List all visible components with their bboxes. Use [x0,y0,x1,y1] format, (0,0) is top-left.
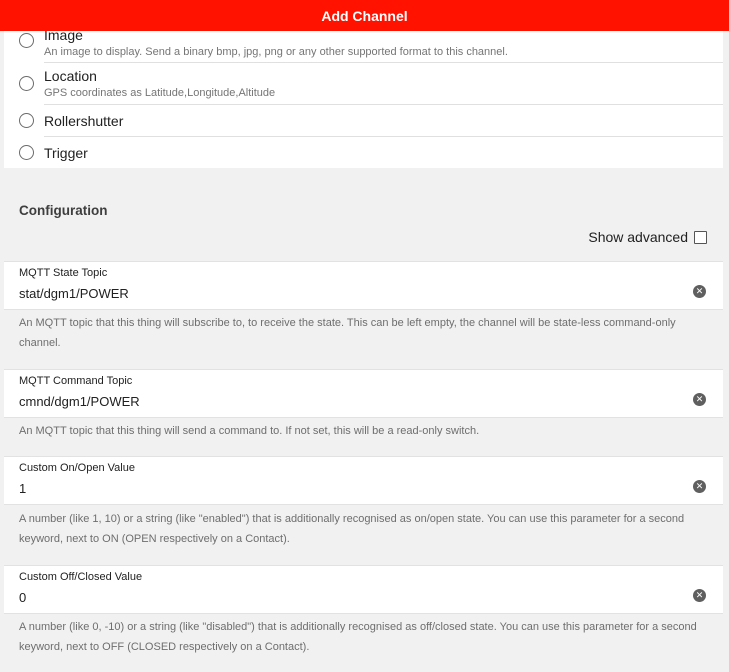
radio-unchecked-icon[interactable] [19,113,34,128]
radio-unchecked-icon[interactable] [19,33,34,48]
mqtt-command-topic-input[interactable] [19,394,669,409]
channel-type-title: Trigger [44,145,88,161]
show-advanced-label: Show advanced [588,229,688,245]
mqtt-command-topic-field: MQTT Command Topic ✕ [4,369,723,418]
custom-off-closed-value-field: Custom Off/Closed Value ✕ [4,565,723,614]
field-label: MQTT Command Topic [19,375,133,387]
channel-type-description: An image to display. Send a binary bmp, … [44,46,508,58]
channel-type-rollershutter[interactable]: Rollershutter [4,105,723,136]
field-label: MQTT State Topic [19,267,108,279]
checkbox-unchecked-icon[interactable] [694,230,707,244]
channel-type-title: Location [44,68,97,84]
clear-circle-icon[interactable]: ✕ [693,393,706,406]
field-help-text: A number (like 1, 10) or a string (like … [19,513,685,545]
custom-on-open-value-input[interactable] [19,481,669,496]
radio-unchecked-icon[interactable] [19,145,34,160]
channel-type-location[interactable]: Location GPS coordinates as Latitude,Lon… [4,63,723,104]
show-advanced-toggle[interactable]: Show advanced [588,229,707,245]
clear-circle-icon[interactable]: ✕ [693,589,706,602]
page-title: Add Channel [321,7,408,24]
page-header: Add Channel [0,0,729,31]
channel-type-image[interactable]: Image An image to display. Send a binary… [4,26,723,62]
field-help-text: An MQTT topic that this thing will subsc… [19,317,676,349]
field-label: Custom On/Open Value [19,462,135,474]
clear-circle-icon[interactable]: ✕ [693,285,706,298]
field-help-text: A number (like 0, -10) or a string (like… [19,621,697,653]
field-help-text: An MQTT topic that this thing will send … [19,425,480,437]
channel-type-title: Rollershutter [44,113,124,129]
clear-circle-icon[interactable]: ✕ [693,480,706,493]
mqtt-state-topic-input[interactable] [19,286,669,301]
mqtt-state-topic-field: MQTT State Topic ✕ [4,261,723,310]
custom-off-closed-value-input[interactable] [19,590,669,605]
channel-type-trigger[interactable]: Trigger [4,137,723,168]
custom-on-open-value-field: Custom On/Open Value ✕ [4,456,723,505]
field-label: Custom Off/Closed Value [19,571,143,583]
channel-type-description: GPS coordinates as Latitude,Longitude,Al… [44,87,276,99]
radio-unchecked-icon[interactable] [19,76,34,91]
configuration-heading: Configuration [19,203,108,218]
